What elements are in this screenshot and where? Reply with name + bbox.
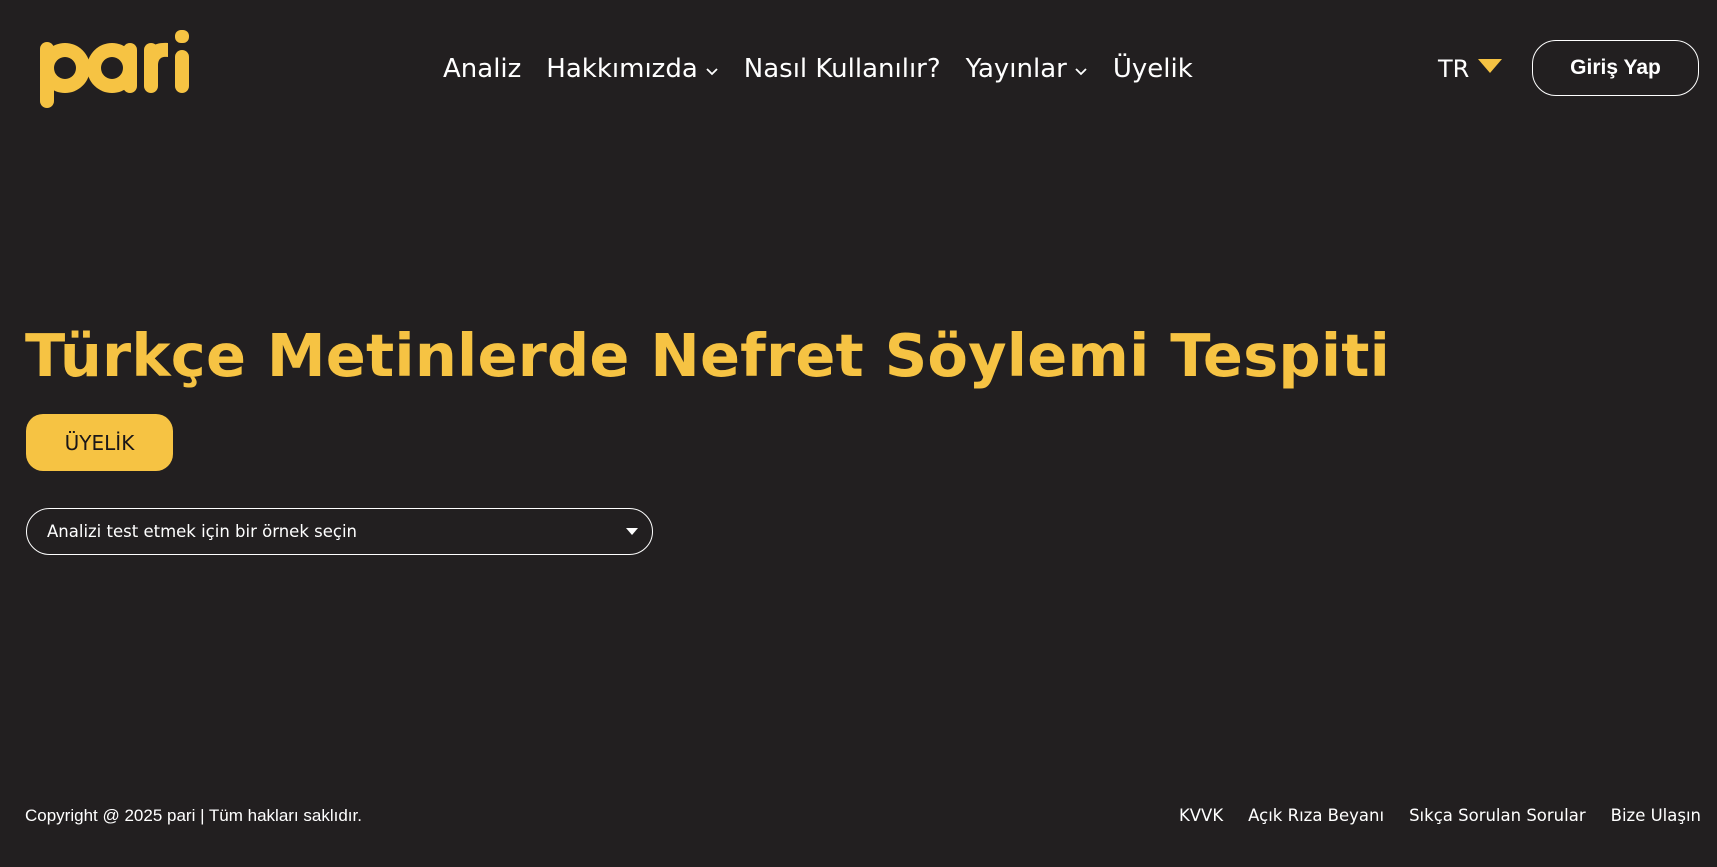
- nav-item-label: Yayınlar: [965, 54, 1067, 84]
- nav-item-uyelik[interactable]: Üyelik: [1113, 54, 1193, 84]
- sample-select-value: Analizi test etmek için bir örnek seçin: [47, 522, 357, 541]
- membership-button[interactable]: ÜYELİK: [26, 414, 173, 471]
- sample-select[interactable]: Analizi test etmek için bir örnek seçin: [26, 508, 653, 555]
- nav-item-yayinlar[interactable]: Yayınlar: [966, 54, 1088, 84]
- nav-item-analiz[interactable]: Analiz: [443, 54, 521, 84]
- pari-logo[interactable]: [40, 30, 200, 112]
- nav-item-label: Üyelik: [1112, 54, 1193, 84]
- login-button[interactable]: Giriş Yap: [1532, 40, 1699, 96]
- footer-link-acik-riza-beyani[interactable]: Açık Rıza Beyanı: [1248, 806, 1384, 825]
- page-title: Türkçe Metinlerde Nefret Söylemi Tespiti: [25, 321, 1391, 390]
- caret-down-icon: [1478, 59, 1503, 73]
- nav-item-hakkimizda[interactable]: Hakkımızda: [546, 54, 718, 84]
- nav-item-nasil-kullanilir[interactable]: Nasıl Kullanılır?: [744, 54, 941, 84]
- footer-link-sss[interactable]: Sıkça Sorulan Sorular: [1409, 806, 1586, 825]
- chevron-down-icon: [706, 68, 718, 76]
- chevron-down-icon: [1075, 68, 1087, 76]
- footer-link-kvvk[interactable]: KVVK: [1179, 806, 1223, 825]
- nav-item-label: Analiz: [443, 54, 522, 84]
- nav-item-label: Hakkımızda: [546, 54, 698, 84]
- language-selector[interactable]: TR: [1438, 50, 1503, 88]
- copyright-text: Copyright @ 2025 pari | Tüm hakları sakl…: [25, 806, 362, 825]
- language-label: TR: [1438, 55, 1470, 83]
- main-nav: Analiz Hakkımızda Nasıl Kullanılır? Yayı…: [443, 50, 1193, 88]
- pari-logo-mark: [40, 30, 189, 108]
- footer-link-bize-ulasin[interactable]: Bize Ulaşın: [1611, 806, 1701, 825]
- nav-item-label: Nasıl Kullanılır?: [743, 54, 941, 84]
- caret-down-icon: [626, 528, 638, 535]
- footer-links: KVVK Açık Rıza Beyanı Sıkça Sorulan Soru…: [1179, 806, 1701, 825]
